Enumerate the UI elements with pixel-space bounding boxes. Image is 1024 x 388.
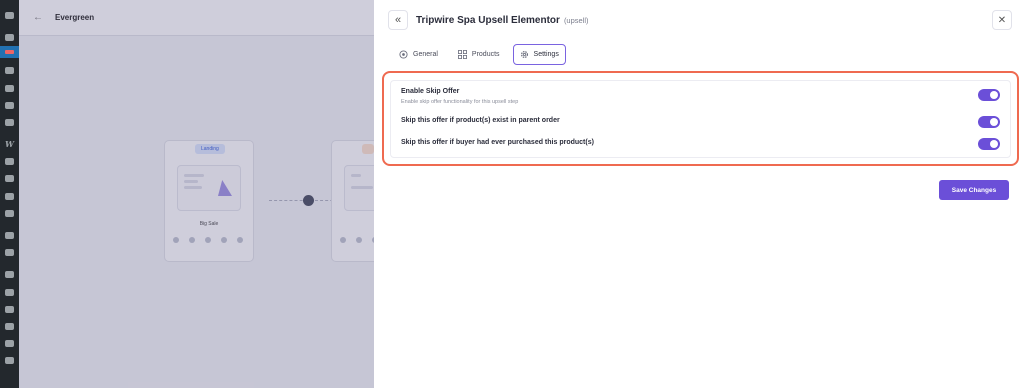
drawer-title: Tripwire Spa Upsell Elementor [416,14,560,26]
setting-enable-skip-offer: Enable Skip Offer Enable skip offer func… [401,88,1000,106]
step-settings-drawer: « Tripwire Spa Upsell Elementor (upsell)… [374,0,1024,388]
analytics-icon[interactable] [5,193,14,200]
tab-products[interactable]: Products [451,44,507,65]
setting-label: Skip this offer if product(s) exist in p… [401,117,560,124]
tab-label: General [413,51,438,58]
skip-offer-settings-panel: Enable Skip Offer Enable skip offer func… [382,71,1019,166]
tab-general[interactable]: General [392,44,445,65]
setting-skip-if-purchased-before: Skip this offer if buyer had ever purcha… [401,138,1000,157]
layers-icon[interactable] [5,67,14,74]
save-changes-button[interactable]: Save Changes [939,180,1009,200]
appearance-icon[interactable] [5,271,14,278]
close-button[interactable]: ✕ [992,10,1012,30]
dashboard-icon[interactable] [5,12,14,19]
woocommerce-icon[interactable]: W [4,139,15,149]
modal-overlay[interactable] [19,0,374,388]
setting-skip-if-in-parent-order: Skip this offer if product(s) exist in p… [401,116,1000,135]
wp-admin-sidebar: W [0,0,19,388]
media-icon[interactable] [5,85,14,92]
grid-icon [457,50,467,59]
payments-icon[interactable] [5,175,14,182]
back-button[interactable]: « [388,10,408,30]
close-icon: ✕ [997,14,1007,26]
setting-description: Enable skip offer functionality for this… [401,99,519,105]
drawer-header: « Tripwire Spa Upsell Elementor (upsell)… [388,9,1012,31]
tab-settings[interactable]: Settings [512,44,566,65]
products-icon[interactable] [5,158,14,165]
pin-icon[interactable] [5,34,14,41]
settings-menu-icon[interactable] [5,340,14,347]
funnel-menu-icon[interactable] [0,46,19,58]
skip-if-purchased-before-toggle[interactable] [978,138,1000,150]
tab-label: Settings [533,51,559,58]
templates-icon[interactable] [5,249,14,256]
drawer-tabs: General Products Settings [392,44,566,65]
enable-skip-offer-toggle[interactable] [978,89,1000,101]
users-icon[interactable] [5,306,14,313]
collapse-menu-icon[interactable] [5,357,14,364]
marketing-icon[interactable] [5,210,14,217]
gear-icon [520,50,528,59]
skip-if-in-parent-order-toggle[interactable] [978,116,1000,128]
tools-icon[interactable] [5,323,14,330]
comments-icon[interactable] [5,119,14,126]
elementor-icon[interactable] [5,232,14,239]
settings-card: Enable Skip Offer Enable skip offer func… [390,80,1011,158]
pages-icon[interactable] [5,102,14,109]
circle-icon [399,50,408,59]
step-type-label: (upsell) [563,15,589,25]
setting-label: Enable Skip Offer [401,88,460,95]
plugins-icon[interactable] [5,289,14,296]
tab-label: Products [471,51,500,58]
double-chevron-left-icon: « [394,14,402,26]
setting-label: Skip this offer if buyer had ever purcha… [401,139,594,146]
